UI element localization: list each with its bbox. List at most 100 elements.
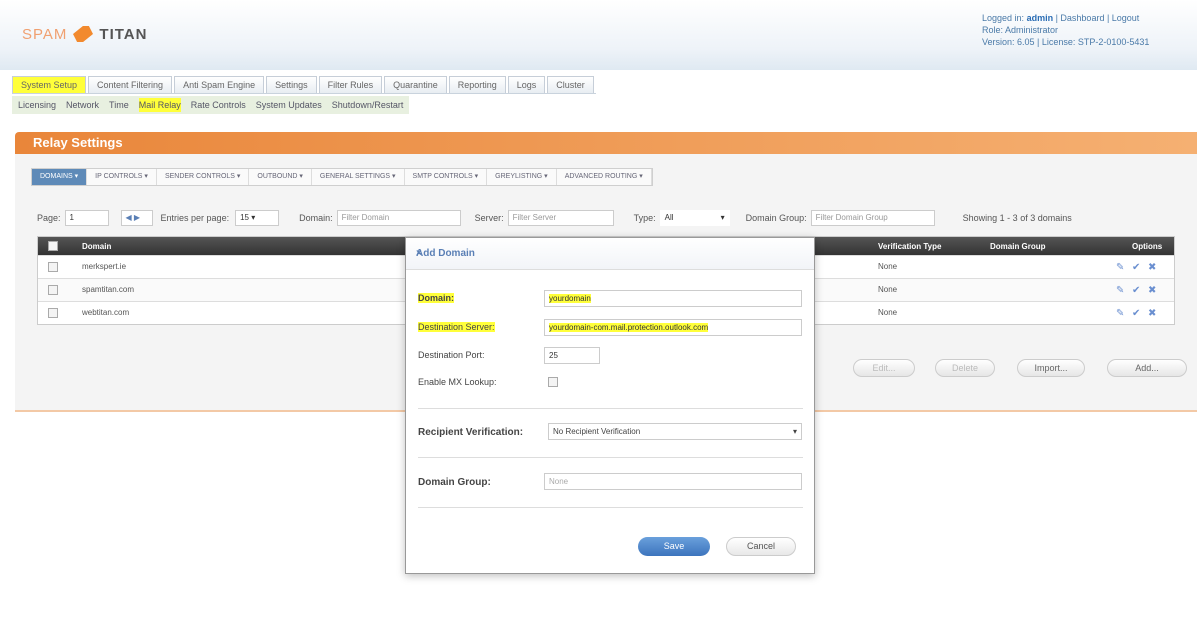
role-text: Role: Administrator — [982, 25, 1059, 35]
destination-port-input[interactable]: 25 — [544, 347, 600, 364]
destination-port-label: Destination Port: — [418, 350, 485, 360]
logged-in-line: Logged in: admin | Dashboard | Logout — [982, 12, 1197, 24]
server-filter-input[interactable]: Filter Server — [507, 210, 614, 226]
toolbar-general-settings[interactable]: GENERAL SETTINGS ▾ — [312, 169, 405, 185]
server-filter-label: Server: — [474, 213, 504, 223]
delete-icon[interactable]: ✖ — [1148, 285, 1159, 296]
entries-select[interactable]: 15 ▾ — [235, 210, 280, 226]
delete-icon[interactable]: ✖ — [1148, 308, 1159, 319]
group-filter-input[interactable]: Filter Domain Group — [810, 210, 935, 226]
dashboard-logout-links[interactable]: | Dashboard | Logout — [1053, 13, 1140, 23]
type-filter-label: Type: — [633, 213, 656, 223]
app-header: SPAM TITAN Logged in: admin | Dashboard … — [0, 0, 1197, 70]
check-icon[interactable]: ✔ — [1132, 308, 1143, 319]
subnav-mail-relay[interactable]: Mail Relay — [138, 98, 181, 112]
logo-titan-text: TITAN — [99, 25, 148, 43]
entries-label: Entries per page: — [160, 213, 230, 223]
domain-input[interactable]: yourdomain — [544, 290, 802, 307]
row-verification: None — [878, 285, 898, 294]
import-button[interactable]: Import... — [1017, 359, 1085, 377]
page-arrows-icon[interactable]: ◀ ▶ — [120, 210, 153, 226]
row-checkbox[interactable] — [48, 308, 58, 318]
type-filter-select[interactable]: All ▾ — [659, 210, 730, 226]
toolbar-advanced-routing[interactable]: ADVANCED ROUTING ▾ — [557, 169, 652, 185]
dialog-title-bar: Add Domain × — [406, 238, 814, 270]
row-domain: merkspert.ie — [82, 262, 127, 271]
edit-icon[interactable]: ✎ — [1116, 262, 1127, 273]
domain-label: Domain: — [418, 293, 454, 303]
mx-lookup-checkbox[interactable] — [548, 377, 558, 387]
destination-server-value: yourdomain-com.mail.protection.outlook.c… — [549, 323, 709, 332]
tab-quarantine[interactable]: Quarantine — [384, 76, 447, 93]
recipient-verification-value: No Recipient Verification — [553, 427, 641, 436]
select-all-checkbox[interactable] — [48, 241, 58, 251]
col-domain-group[interactable]: Domain Group — [990, 242, 1046, 251]
titan-logo-icon — [71, 24, 95, 44]
divider — [418, 507, 803, 508]
subnav-system-updates[interactable]: System Updates — [256, 98, 322, 112]
divider — [418, 408, 803, 409]
delete-icon[interactable]: ✖ — [1148, 262, 1159, 273]
logged-in-user[interactable]: admin — [1027, 13, 1054, 23]
col-verification-type[interactable]: Verification Type — [878, 242, 941, 251]
row-checkbox[interactable] — [48, 285, 58, 295]
row-checkbox[interactable] — [48, 262, 58, 272]
delete-button[interactable]: Delete — [935, 359, 995, 377]
cancel-button[interactable]: Cancel — [726, 537, 796, 556]
close-icon[interactable]: × — [416, 248, 804, 259]
destination-server-input[interactable]: yourdomain-com.mail.protection.outlook.c… — [544, 319, 802, 336]
tab-anti-spam-engine[interactable]: Anti Spam Engine — [174, 76, 265, 93]
edit-button[interactable]: Edit... — [853, 359, 915, 377]
recipient-verification-select[interactable]: No Recipient Verification ▾ — [548, 423, 802, 440]
domain-filter-label: Domain: — [299, 213, 333, 223]
mx-lookup-label: Enable MX Lookup: — [418, 377, 497, 387]
tab-reporting[interactable]: Reporting — [448, 76, 506, 93]
toolbar-smtp-controls[interactable]: SMTP CONTROLS ▾ — [405, 169, 488, 185]
tab-settings[interactable]: Settings — [266, 76, 317, 93]
toolbar-sender-controls[interactable]: SENDER CONTROLS ▾ — [157, 169, 250, 185]
edit-icon[interactable]: ✎ — [1116, 308, 1127, 319]
type-filter-value: All — [664, 213, 674, 222]
col-domain[interactable]: Domain — [82, 242, 111, 251]
edit-icon[interactable]: ✎ — [1116, 285, 1127, 296]
logo-spam-text: SPAM — [22, 25, 68, 43]
showing-count: Showing 1 - 3 of 3 domains — [962, 213, 1072, 223]
subnav-rate-controls[interactable]: Rate Controls — [191, 98, 246, 112]
panel-title: Relay Settings — [33, 135, 123, 150]
entries-value: 15 — [240, 213, 249, 222]
subnav-time[interactable]: Time — [109, 98, 129, 112]
subnav-shutdown-restart[interactable]: Shutdown/Restart — [332, 98, 404, 112]
relay-toolbar: DOMAINS ▾ IP CONTROLS ▾ SENDER CONTROLS … — [31, 168, 653, 186]
toolbar-domains[interactable]: DOMAINS ▾ — [32, 169, 88, 185]
tab-content-filtering[interactable]: Content Filtering — [88, 76, 173, 93]
domain-group-label: Domain Group: — [418, 477, 491, 488]
spamtitan-logo: SPAM TITAN — [22, 24, 147, 44]
subnav-network[interactable]: Network — [66, 98, 99, 112]
page-input[interactable]: 1 — [64, 210, 109, 226]
tab-system-setup[interactable]: System Setup — [12, 76, 87, 93]
tab-cluster[interactable]: Cluster — [547, 76, 594, 93]
version-text: Version: 6.05 | License: STP-2-0100-5431 — [982, 37, 1150, 47]
toolbar-ip-controls[interactable]: IP CONTROLS ▾ — [87, 169, 157, 185]
page-root: SPAM TITAN Logged in: admin | Dashboard … — [0, 0, 1197, 631]
col-options: Options — [1132, 242, 1163, 251]
tab-filter-rules[interactable]: Filter Rules — [318, 76, 383, 93]
relay-settings-header: Relay Settings — [15, 132, 1197, 154]
add-button[interactable]: Add... — [1107, 359, 1187, 377]
toolbar-greylisting[interactable]: GREYLISTING ▾ — [487, 169, 557, 185]
check-icon[interactable]: ✔ — [1132, 285, 1143, 296]
row-domain: webtitan.com — [82, 308, 130, 317]
chevron-down-icon: ▾ — [792, 427, 797, 436]
group-filter-label: Domain Group: — [745, 213, 807, 223]
user-info: Logged in: admin | Dashboard | Logout Ro… — [982, 12, 1197, 48]
subnav-licensing[interactable]: Licensing — [18, 98, 56, 112]
main-nav: System Setup Content Filtering Anti Spam… — [12, 76, 596, 94]
domain-group-input[interactable]: None — [544, 473, 802, 490]
tab-logs[interactable]: Logs — [507, 76, 546, 93]
check-icon[interactable]: ✔ — [1132, 262, 1143, 273]
domain-filter-input[interactable]: Filter Domain — [336, 210, 461, 226]
logged-in-prefix: Logged in: — [982, 13, 1025, 23]
save-button[interactable]: Save — [638, 537, 710, 556]
toolbar-outbound[interactable]: OUTBOUND ▾ — [249, 169, 312, 185]
row-domain: spamtitan.com — [82, 285, 135, 294]
